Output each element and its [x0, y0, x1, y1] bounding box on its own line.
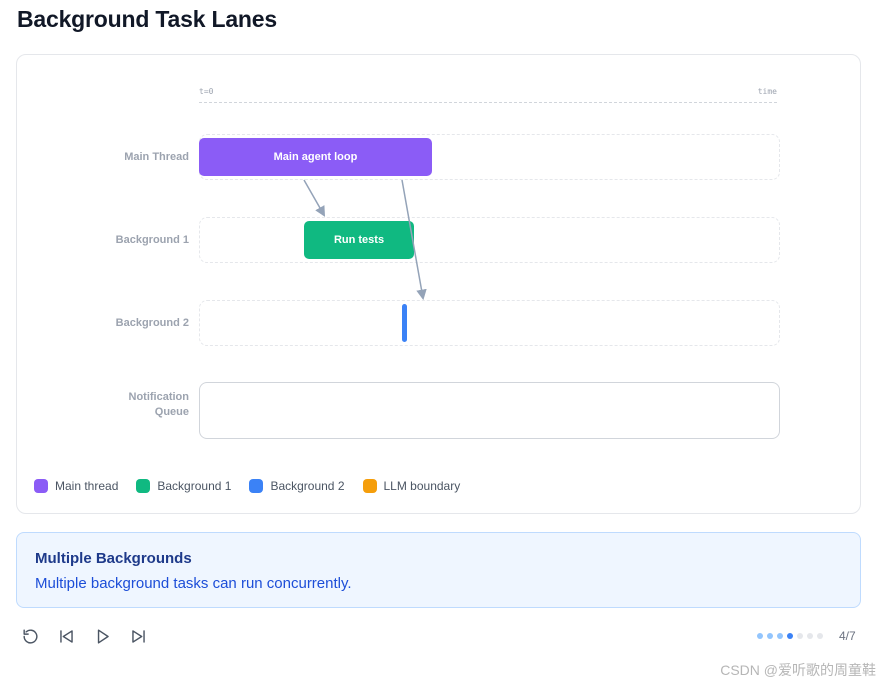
lane-label-background-2: Background 2 [115, 317, 189, 329]
legend-swatch-main-thread [34, 479, 48, 493]
info-callout: Multiple Backgrounds Multiple background… [16, 532, 861, 608]
time-axis-start-label: t=0 [199, 87, 214, 96]
next-step-button[interactable] [128, 626, 148, 646]
play-button[interactable] [92, 626, 112, 646]
notification-queue-box [199, 382, 780, 439]
task-main-agent-loop: Main agent loop [199, 138, 432, 176]
time-axis: t=0 time [199, 85, 777, 103]
task-background-2-marker [402, 304, 407, 342]
step-dot-1[interactable] [757, 633, 763, 639]
legend-label: Main thread [55, 479, 119, 493]
legend-item-main-thread: Main thread [34, 479, 118, 493]
step-counter: 4/7 [839, 629, 856, 643]
lane-label-main-thread: Main Thread [124, 151, 189, 163]
reset-button[interactable] [20, 626, 40, 646]
play-icon [97, 628, 109, 644]
legend-swatch-background-2 [249, 479, 264, 493]
step-dot-2[interactable] [767, 633, 773, 639]
step-dot-6[interactable] [807, 633, 813, 639]
legend-swatch-background-1 [136, 479, 151, 493]
legend: Main thread Background 1 Background 2 LL… [34, 479, 460, 493]
previous-step-button[interactable] [56, 626, 76, 646]
step-dot-4[interactable] [787, 633, 793, 639]
step-dot-3[interactable] [777, 633, 783, 639]
legend-swatch-llm-boundary [362, 479, 377, 493]
legend-label: LLM boundary [383, 479, 461, 493]
time-axis-end-label: time [757, 87, 777, 96]
page-title: Background Task Lanes [17, 6, 277, 32]
legend-label: Background 2 [270, 479, 345, 493]
skip-forward-icon [131, 629, 145, 643]
lane-label-background-1: Background 1 [115, 234, 189, 246]
lane-label-notification-queue: Notification Queue [128, 391, 190, 418]
step-dot-7[interactable] [817, 633, 823, 639]
lane-background-1 [199, 217, 780, 263]
skip-back-icon [59, 629, 73, 643]
lane-background-2 [199, 300, 780, 346]
playback-controls [20, 626, 148, 646]
legend-item-background-1: Background 1 [136, 479, 231, 493]
lanes-panel [16, 54, 861, 514]
info-title: Multiple Backgrounds [35, 550, 192, 567]
watermark: CSDN @爱听歌的周童鞋 [720, 662, 876, 678]
legend-item-llm-boundary: LLM boundary [362, 479, 461, 493]
legend-label: Background 1 [157, 479, 232, 493]
task-run-tests: Run tests [304, 221, 414, 259]
info-text: Multiple background tasks can run concur… [35, 575, 352, 592]
reset-icon [22, 628, 38, 644]
step-dot-5[interactable] [797, 633, 803, 639]
step-dots [757, 633, 823, 639]
legend-item-background-2: Background 2 [249, 479, 345, 493]
